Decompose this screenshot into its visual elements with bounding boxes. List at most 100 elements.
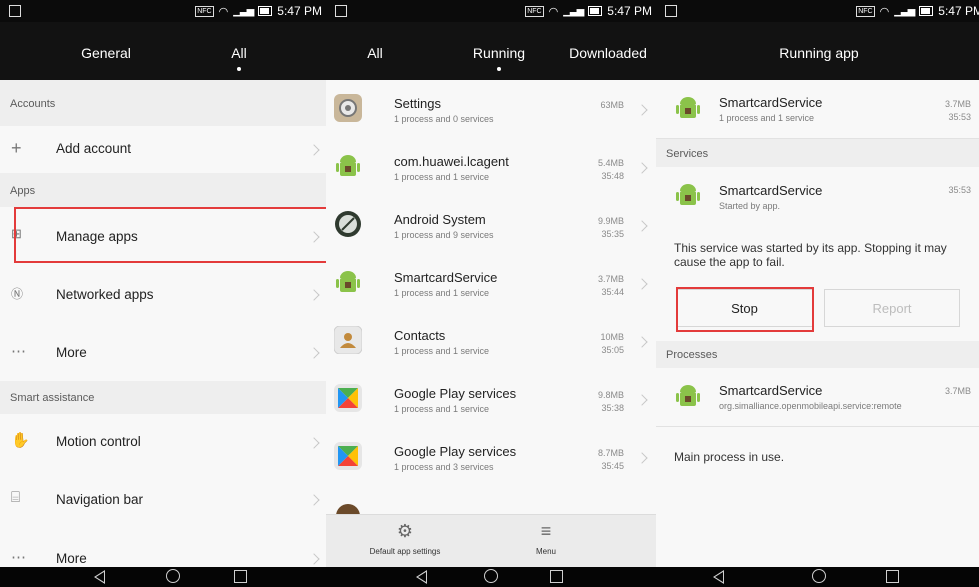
list-item[interactable]: Contacts 1 process and 1 service 10MB 35:… [326, 312, 656, 371]
list-item[interactable]: Android System 1 process and 9 services … [326, 196, 656, 255]
status-icons: NFC ◠ ▁▃▅ 5:47 PM [195, 4, 322, 18]
nfc-icon: NFC [856, 5, 875, 17]
app-process-count: 1 process and 1 service [394, 404, 490, 414]
section-accounts: Accounts [0, 80, 326, 126]
default-app-settings-button[interactable]: ⚙ Default app settings [370, 521, 441, 556]
chevron-right-icon [636, 452, 648, 464]
android-app-icon [676, 97, 700, 118]
app-process-count: 1 process and 1 service [394, 346, 490, 356]
app-process-count: 1 process and 0 services [394, 114, 494, 124]
contacts-app-icon [334, 326, 362, 354]
tab-running[interactable]: Running [473, 45, 525, 61]
chevron-right-icon [308, 494, 320, 506]
android-app-icon [676, 184, 700, 205]
signal-icon: ▁▃▅ [894, 5, 915, 17]
row-label: More [56, 345, 87, 360]
app-name: Android System [394, 212, 486, 227]
service-status: Started by app. [719, 201, 781, 211]
more-row-1[interactable]: ⋯ More [0, 323, 326, 382]
menu-label: Menu [535, 547, 557, 556]
motion-control-row[interactable]: ✋ Motion control [0, 414, 326, 471]
navigation-bar-row[interactable]: ⌸ Navigation bar [0, 470, 326, 529]
recent-apps-icon[interactable] [234, 570, 247, 583]
app-uptime: 35:48 [601, 171, 624, 181]
status-icons: NFC ◠ ▁▃▅ 5:47 PM [525, 4, 652, 18]
add-account-row[interactable]: + Add account [0, 126, 326, 174]
hand-icon: ✋ [11, 432, 30, 449]
app-memory: 3.7MB [597, 274, 624, 284]
tab-general[interactable]: General [81, 45, 131, 61]
tab-all[interactable]: All [367, 45, 383, 61]
app-uptime: 35:53 [948, 112, 971, 122]
highlight-box [14, 207, 326, 263]
list-item[interactable]: Google Play services 1 process and 1 ser… [326, 370, 656, 429]
home-icon[interactable] [484, 569, 498, 583]
screenshot-icon [665, 5, 677, 17]
chevron-right-icon [308, 289, 320, 301]
system-nav-bar [656, 567, 979, 587]
system-nav-bar [0, 567, 326, 587]
service-row: SmartcardService Started by app. 35:53 [656, 167, 979, 225]
row-label: Add account [56, 141, 132, 156]
app-memory: 63MB [600, 100, 624, 110]
recent-apps-icon[interactable] [550, 570, 563, 583]
home-icon[interactable] [812, 569, 826, 583]
app-memory: 10MB [600, 332, 624, 342]
app-name: SmartcardService [394, 270, 498, 285]
chevron-right-icon [636, 220, 648, 232]
app-process-count: 1 process and 3 services [394, 462, 494, 472]
highlight-box [676, 287, 814, 332]
list-item[interactable]: Settings 1 process and 0 services 63MB [326, 80, 656, 139]
gear-icon: ⚙ [396, 521, 414, 541]
app-uptime: 35:44 [601, 287, 624, 297]
settings-panel: NFC ◠ ▁▃▅ 5:47 PM General All Accounts +… [0, 0, 326, 587]
network-icon: Ⓝ [11, 287, 24, 301]
stop-warning-message: This service was started by its app. Sto… [674, 241, 947, 269]
status-time: 5:47 PM [277, 4, 322, 18]
settings-tabs: General All [0, 22, 326, 80]
process-memory: 3.7MB [944, 386, 971, 396]
networked-apps-row[interactable]: Ⓝ Networked apps [0, 265, 326, 324]
section-label: Apps [10, 185, 36, 197]
partial-list-item[interactable] [326, 486, 656, 528]
row-label: Networked apps [56, 287, 154, 302]
app-size: 9.8MB 35:38 [598, 389, 624, 415]
list-item[interactable]: SmartcardService 1 process and 1 service… [326, 254, 656, 313]
back-icon[interactable] [713, 570, 724, 584]
app-uptime: 35:38 [601, 403, 624, 413]
more-row-2[interactable]: ⋯ More [0, 528, 326, 568]
battery-icon [919, 6, 934, 16]
report-button[interactable]: Report [824, 289, 960, 327]
app-size: 10MB 35:05 [600, 331, 624, 357]
section-label: Services [666, 148, 709, 160]
chevron-right-icon [636, 336, 648, 348]
signal-icon: ▁▃▅ [233, 5, 254, 17]
menu-button[interactable]: ≡ Menu [536, 521, 556, 556]
settings-app-icon [334, 94, 362, 122]
back-icon[interactable] [416, 570, 427, 584]
default-app-settings-label: Default app settings [369, 547, 441, 556]
plus-icon: + [11, 138, 22, 158]
app-process-count: 1 process and 1 service [719, 113, 815, 123]
tab-all[interactable]: All [231, 45, 247, 61]
chevron-right-icon [308, 553, 320, 565]
recent-apps-icon[interactable] [886, 570, 899, 583]
android-app-icon [676, 385, 700, 406]
chevron-right-icon [636, 394, 648, 406]
tab-downloaded[interactable]: Downloaded [569, 45, 647, 61]
list-item[interactable]: Google Play services 1 process and 3 ser… [326, 428, 656, 487]
active-tab-indicator [497, 67, 501, 71]
back-icon[interactable] [94, 570, 105, 584]
app-size: 8.7MB 35:45 [598, 447, 624, 473]
home-icon[interactable] [166, 569, 180, 583]
list-item[interactable]: com.huawei.lcagent 1 process and 1 servi… [326, 138, 656, 197]
app-size: 3.7MB 35:44 [598, 273, 624, 299]
section-label: Processes [666, 349, 718, 361]
screenshot-collage: NFC ◠ ▁▃▅ 5:47 PM General All Accounts +… [0, 0, 979, 587]
running-apps-panel: NFC ◠ ▁▃▅ 5:47 PM All Running Downloaded… [326, 0, 656, 587]
app-size: 9.9MB 35:35 [598, 215, 624, 241]
active-tab-indicator [237, 67, 241, 71]
battery-icon [588, 6, 603, 16]
screenshot-icon [9, 5, 21, 17]
app-uptime: 35:45 [601, 461, 624, 471]
